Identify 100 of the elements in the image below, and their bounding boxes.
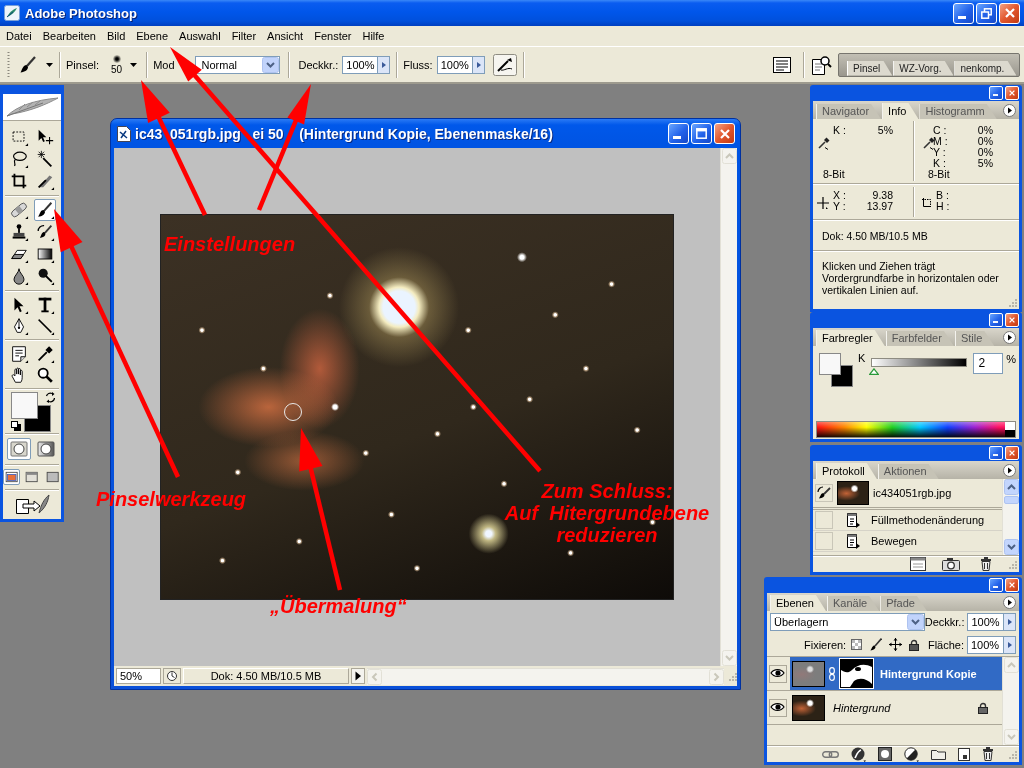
eye-icon[interactable] [769,664,787,683]
feather-icon[interactable] [5,96,59,118]
chevron-up-icon[interactable] [1003,479,1019,495]
menu-icon[interactable] [1003,103,1016,117]
list-icon[interactable] [773,56,791,73]
panel-tab[interactable]: Farbfelder [885,331,954,346]
triangle-right-icon[interactable] [471,55,485,74]
panel-tab[interactable]: Info [882,103,919,119]
maximize-button[interactable] [691,123,712,144]
close-button[interactable] [1005,86,1019,100]
swoosh-circle-icon[interactable] [851,746,866,762]
minimize-button[interactable] [989,86,1003,100]
fill-field[interactable]: 100% [967,635,1003,654]
panel-tab[interactable]: Kanäle [826,596,880,611]
menu-item[interactable]: Bearbeiten [37,30,102,42]
folder-icon[interactable] [931,748,946,760]
page-icon[interactable] [958,747,970,761]
checkerboard-icon[interactable] [851,639,863,650]
panel-tab[interactable]: Farbregler [816,330,885,346]
menu-item[interactable]: Datei [0,30,38,42]
menu-item[interactable]: Hilfe [356,30,390,42]
resize-grip-icon[interactable] [726,671,737,681]
move-cross-icon[interactable] [889,638,903,651]
layer-row[interactable]: Hintergrund [790,691,1002,724]
layer-row[interactable]: Hintergrund Kopie [790,657,1002,690]
menu-icon[interactable] [1003,595,1016,609]
eye-icon[interactable] [769,698,787,717]
trash-icon[interactable] [982,747,994,761]
panel-tab[interactable]: Protokoll [816,463,877,479]
window-icon[interactable] [3,469,21,485]
palette-well-tab[interactable]: nenkomp. [954,60,1017,76]
panel-tab[interactable]: Pfade [880,596,927,611]
close-button[interactable] [714,123,735,144]
close-button[interactable] [1005,313,1019,327]
trash-icon[interactable] [980,557,992,571]
resize-grip-icon[interactable] [1006,298,1017,307]
mode-dropdown[interactable]: Normal [194,55,280,74]
minimize-button[interactable] [953,2,974,24]
window-icon[interactable] [43,469,61,485]
camera-icon[interactable] [942,557,960,571]
brush-curl-icon[interactable] [815,484,833,502]
airbrush-icon[interactable] [492,53,517,76]
menu-item[interactable]: Auswahl [173,30,227,42]
opacity-field[interactable]: 100% [342,55,378,74]
brush-icon[interactable] [34,199,56,221]
palette-well-tab[interactable]: Pinsel [847,60,893,76]
panel-tab[interactable]: Aktionen [877,464,939,479]
opacity-field[interactable]: 100% [967,613,1003,631]
history-snapshot[interactable]: ic434051rgb.jpg [873,487,952,499]
close-button[interactable] [1005,446,1019,460]
menu-item[interactable]: Bild [101,30,131,42]
document-arrow-feather-icon[interactable] [14,493,50,515]
resize-grip-icon[interactable] [1006,559,1017,569]
minimize-button[interactable] [668,123,689,144]
close-button[interactable] [999,2,1020,24]
triangle-right-icon[interactable] [351,668,365,684]
color-swatches-icon[interactable] [819,353,854,388]
lock-icon[interactable] [909,638,920,651]
blend-mode-dropdown[interactable]: Überlagern [770,613,925,631]
caret-icon[interactable] [46,62,53,67]
square-circle-icon[interactable] [878,747,892,761]
history-state[interactable]: Bewegen [871,535,917,547]
panel-tab[interactable]: Histogramm [919,104,997,119]
half-circle-icon[interactable] [904,746,919,762]
panel-tab[interactable]: Ebenen [770,595,826,611]
caret-icon[interactable] [130,62,138,67]
menu-icon[interactable] [1003,463,1016,477]
brush-tip-icon[interactable] [112,54,121,63]
source-checkbox[interactable] [815,511,833,529]
clock-icon[interactable] [163,668,181,684]
palette-well-tab[interactable]: WZ-Vorg. [893,60,954,76]
zoom-field[interactable]: 50% [116,668,161,684]
panel-tab[interactable]: Stile [954,331,995,346]
source-checkbox[interactable] [815,532,833,550]
flow-field[interactable]: 100% [436,55,472,74]
circle-frame-icon[interactable] [6,438,31,460]
history-state[interactable]: Füllmethodenänderung [871,514,985,526]
grip-icon[interactable] [7,51,10,78]
chevron-down-icon[interactable] [1003,539,1019,555]
brush-icon[interactable] [18,54,38,75]
menu-icon[interactable] [1003,330,1016,344]
menu-item[interactable]: Ansicht [261,30,309,42]
chevron-down-icon[interactable] [261,56,279,73]
document-magnifier-icon[interactable] [810,53,832,76]
page-lines-icon[interactable] [910,557,926,571]
scroll-thumb[interactable] [1003,496,1019,504]
chevron-down-icon[interactable] [906,614,924,630]
resize-grip-icon[interactable] [1006,749,1017,759]
color-swatches-icon[interactable] [11,392,55,432]
minimize-button[interactable] [989,578,1003,592]
menu-item[interactable]: Ebene [130,30,174,42]
menu-item[interactable]: Filter [226,30,262,42]
channel-value-field[interactable]: 2 [973,353,1004,374]
close-button[interactable] [1005,578,1019,592]
minimize-button[interactable] [989,446,1003,460]
vertical-scrollbar[interactable] [1002,479,1019,555]
brush-icon[interactable] [870,638,883,651]
menu-item[interactable]: Fenster [308,30,357,42]
chain-icon[interactable] [822,749,839,759]
panel-tab[interactable]: Navigator [816,104,882,119]
